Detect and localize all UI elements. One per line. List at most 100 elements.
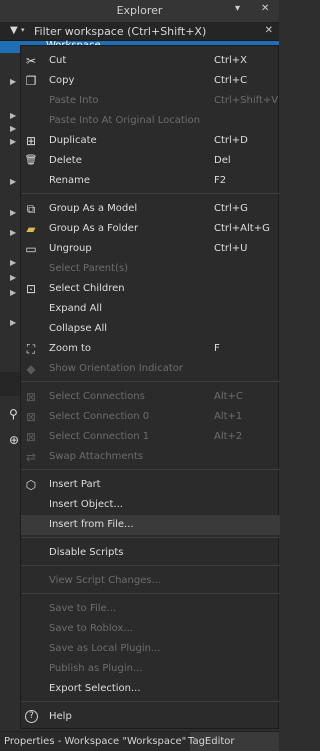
expand-arrow-icon[interactable]: ▶ xyxy=(10,228,16,237)
menu-item-label: Rename xyxy=(49,175,91,186)
menu-item-save-to-roblox[interactable]: Save to Roblox... xyxy=(21,619,280,639)
menu-item-expand-all[interactable]: Expand All xyxy=(21,299,280,319)
expand-arrow-icon[interactable]: ▶ xyxy=(10,208,16,217)
menu-item-label: Group As a Folder xyxy=(49,223,139,234)
menu-item-label: Select Connection 1 xyxy=(49,431,150,442)
menu-item-insert-object[interactable]: Insert Object... xyxy=(21,495,280,515)
dropdown-icon[interactable]: ▾ xyxy=(235,3,240,14)
menu-separator xyxy=(21,593,280,594)
menu-item-shortcut: F xyxy=(214,343,220,354)
menu-item-group-model[interactable]: ⧉ Group As a Model Ctrl+G xyxy=(21,199,280,219)
expand-arrow-icon[interactable]: ▶ xyxy=(10,77,16,86)
menu-item-export-selection[interactable]: Export Selection... xyxy=(21,679,280,699)
menu-item-copy[interactable]: ❐ Copy Ctrl+C xyxy=(21,71,280,91)
menu-separator xyxy=(21,381,280,382)
menu-item-show-orientation[interactable]: ◆ Show Orientation Indicator xyxy=(21,359,280,379)
menu-item-label: Cut xyxy=(49,55,67,66)
help-icon: ? xyxy=(25,710,38,723)
menu-item-label: Insert from File... xyxy=(49,519,134,530)
zoom-to-icon: ⛶ xyxy=(26,342,36,356)
filter-icon[interactable]: ▼ xyxy=(10,25,18,36)
expand-arrow-icon[interactable]: ▶ xyxy=(10,124,16,133)
tab-properties[interactable]: Properties - Workspace "Workspace" xyxy=(0,732,191,751)
menu-item-publish-plugin[interactable]: Publish as Plugin... xyxy=(21,659,280,679)
menu-item-group-folder[interactable]: ▰ Group As a Folder Ctrl+Alt+G xyxy=(21,219,280,239)
menu-item-label: View Script Changes... xyxy=(49,575,162,586)
menu-item-shortcut: F2 xyxy=(214,175,227,186)
menu-item-zoom-to[interactable]: ⛶ Zoom to F xyxy=(21,339,280,359)
menu-item-label: Disable Scripts xyxy=(49,547,124,558)
menu-item-label: Show Orientation Indicator xyxy=(49,363,183,374)
chevron-down-icon[interactable]: ▾ xyxy=(21,26,25,34)
menu-item-select-connection-0[interactable]: ⊠ Select Connection 0 Alt+1 xyxy=(21,407,280,427)
menu-item-label: Duplicate xyxy=(49,135,97,146)
menu-item-shortcut: Ctrl+Shift+V xyxy=(214,95,279,106)
orientation-icon: ◆ xyxy=(26,362,36,376)
menu-item-label: Expand All xyxy=(49,303,102,314)
menu-separator xyxy=(21,193,280,194)
expand-arrow-icon[interactable]: ▶ xyxy=(10,137,16,146)
tab-tageditor[interactable]: TagEditor xyxy=(183,732,240,751)
menu-item-label: Save to Roblox... xyxy=(49,623,133,634)
menu-item-label: Help xyxy=(49,711,72,722)
menu-item-select-parents[interactable]: Select Parent(s) xyxy=(21,259,280,279)
menu-separator xyxy=(21,469,280,470)
menu-item-shortcut: Alt+2 xyxy=(214,431,243,442)
menu-item-paste-original[interactable]: Paste Into At Original Location xyxy=(21,111,280,131)
menu-item-label: Select Parent(s) xyxy=(49,263,129,274)
select-connections-icon: ⊠ xyxy=(25,390,37,404)
menu-item-select-children[interactable]: ⊡ Select Children xyxy=(21,279,280,299)
menu-item-label: Copy xyxy=(49,75,75,86)
menu-item-delete[interactable]: 🗑 Delete Del xyxy=(21,151,280,171)
expand-arrow-icon[interactable]: ▶ xyxy=(10,288,16,297)
menu-item-save-to-file[interactable]: Save to File... xyxy=(21,599,280,619)
menu-item-save-local-plugin[interactable]: Save as Local Plugin... xyxy=(21,639,280,659)
expand-arrow-icon[interactable]: ▶ xyxy=(10,318,16,327)
menu-item-paste-into[interactable]: Paste Into Ctrl+Shift+V xyxy=(21,91,280,111)
menu-item-label: Select Children xyxy=(49,283,125,294)
expand-arrow-icon[interactable]: ▶ xyxy=(10,111,16,120)
panel-divider xyxy=(0,372,20,396)
menu-item-shortcut: Ctrl+D xyxy=(214,135,248,146)
filter-input[interactable]: Filter workspace (Ctrl+Shift+X) xyxy=(34,25,206,38)
expand-arrow-icon[interactable]: ▶ xyxy=(10,273,16,282)
menu-item-label: Insert Part xyxy=(49,479,101,490)
menu-item-label: Group As a Model xyxy=(49,203,138,214)
menu-item-swap-attachments[interactable]: ⇄ Swap Attachments xyxy=(21,447,280,467)
menu-item-label: Publish as Plugin... xyxy=(49,663,143,674)
menu-item-label: Save to File... xyxy=(49,603,117,614)
clear-filter-icon[interactable]: ✕ xyxy=(265,25,273,36)
menu-item-label: Select Connection 0 xyxy=(49,411,150,422)
menu-item-select-connection-1[interactable]: ⊠ Select Connection 1 Alt+2 xyxy=(21,427,280,447)
select-connection-0-icon: ⊠ xyxy=(25,410,37,424)
menu-item-insert-part[interactable]: ⬡ Insert Part xyxy=(21,475,280,495)
expand-arrow-icon[interactable]: ▶ xyxy=(10,258,16,267)
menu-item-shortcut: Del xyxy=(214,155,231,166)
menu-separator xyxy=(21,701,280,702)
trash-icon: 🗑 xyxy=(24,155,38,166)
menu-item-select-connections[interactable]: ⊠ Select Connections Alt+C xyxy=(21,387,280,407)
menu-item-help[interactable]: ? Help xyxy=(21,707,280,727)
menu-item-disable-scripts[interactable]: Disable Scripts xyxy=(21,543,280,563)
menu-item-insert-from-file[interactable]: Insert from File... xyxy=(21,515,280,535)
menu-item-label: Paste Into xyxy=(49,95,99,106)
swap-icon: ⇄ xyxy=(25,450,37,464)
menu-item-shortcut: Alt+1 xyxy=(214,411,243,422)
search-icon[interactable]: ⚲ xyxy=(9,407,18,421)
duplicate-icon: ⊞ xyxy=(25,134,37,148)
menu-item-label: Select Connections xyxy=(49,391,145,402)
add-icon[interactable]: ⊕ xyxy=(9,433,19,447)
menu-item-ungroup[interactable]: ▭ Ungroup Ctrl+U xyxy=(21,239,280,259)
menu-item-duplicate[interactable]: ⊞ Duplicate Ctrl+D xyxy=(21,131,280,151)
menu-item-label: Swap Attachments xyxy=(49,451,144,462)
menu-item-label: Delete xyxy=(49,155,82,166)
filter-bar[interactable]: ▼ ▾ Filter workspace (Ctrl+Shift+X) ✕ xyxy=(0,23,279,41)
menu-item-cut[interactable]: ✂ Cut Ctrl+X xyxy=(21,51,280,71)
expand-arrow-icon[interactable]: ▶ xyxy=(10,177,16,186)
menu-item-rename[interactable]: Rename F2 xyxy=(21,171,280,191)
menu-item-collapse-all[interactable]: Collapse All xyxy=(21,319,280,339)
close-icon[interactable]: ✕ xyxy=(261,3,269,14)
menu-item-view-script-changes[interactable]: View Script Changes... xyxy=(21,571,280,591)
menu-item-shortcut: Ctrl+U xyxy=(214,243,248,254)
menu-separator xyxy=(21,565,280,566)
